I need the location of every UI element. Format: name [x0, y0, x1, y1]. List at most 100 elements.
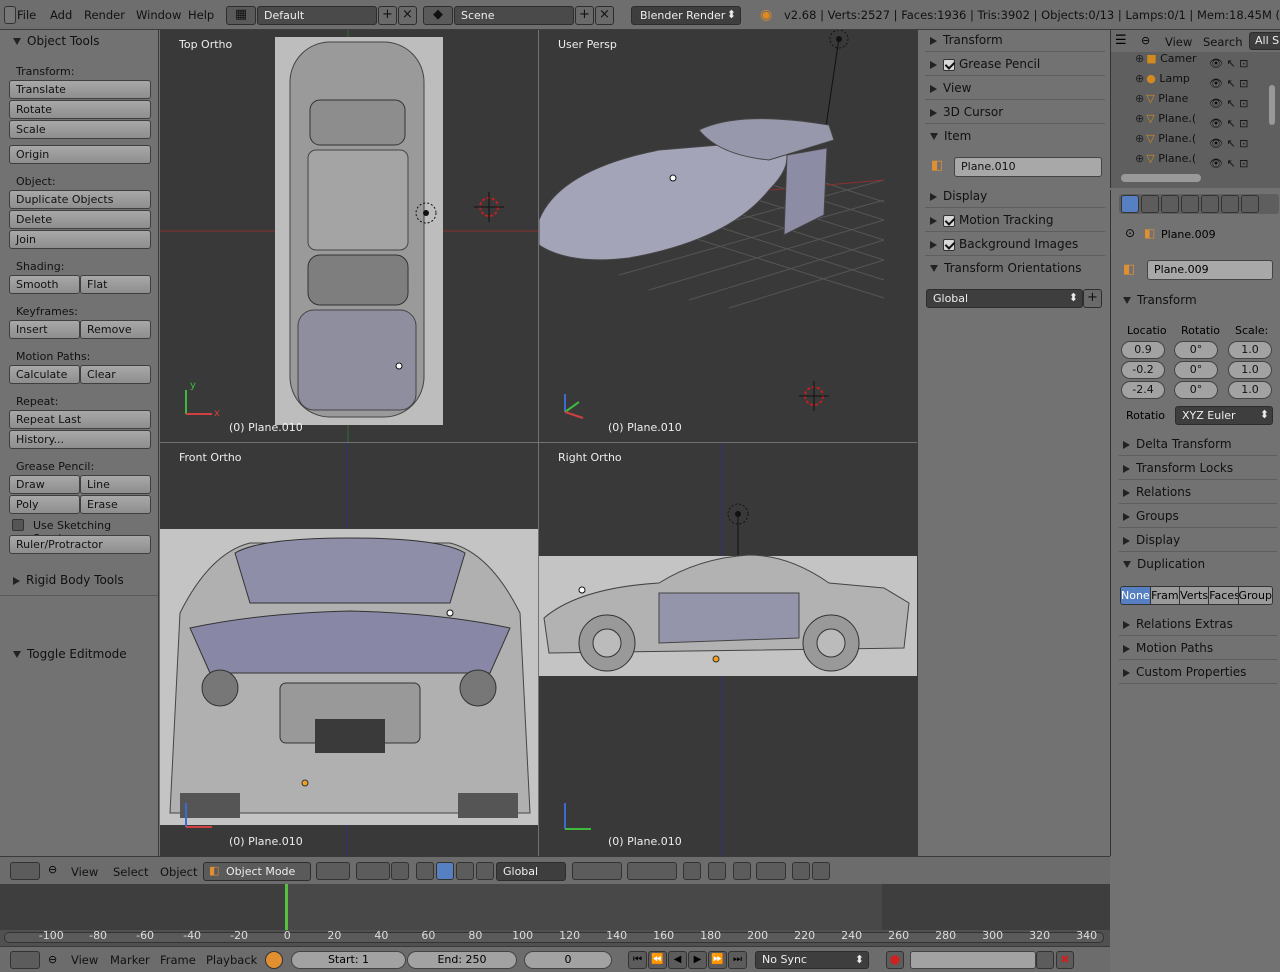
props-relations[interactable]: Relations [1119, 482, 1277, 504]
insert-keyframe-button[interactable]: Insert [9, 320, 80, 339]
remove-keyframe-button[interactable]: Remove [80, 320, 151, 339]
menu-window[interactable]: Window [136, 8, 181, 22]
outliner-hscrollbar[interactable] [1121, 174, 1201, 182]
object-data-icon[interactable]: ◧ [1123, 262, 1135, 277]
menu-add[interactable]: Add [50, 8, 72, 22]
sketching-checkbox[interactable] [12, 519, 24, 531]
scene-field[interactable]: Scene [454, 6, 574, 25]
object-name-field[interactable]: Plane.009 [1147, 260, 1273, 280]
transform-orientation-select[interactable]: Global [496, 862, 566, 881]
outliner-row-plane-1[interactable]: ⊕ ▽ Plane.( [1135, 112, 1196, 132]
npanel-background-images[interactable]: Background Images [925, 234, 1105, 256]
dup-none-button[interactable]: None [1121, 587, 1151, 604]
outliner-vscrollbar[interactable] [1269, 85, 1275, 125]
outliner-editor-icon[interactable]: ☰ [1115, 33, 1127, 48]
calculate-button[interactable]: Calculate [9, 365, 80, 384]
repeat-last-button[interactable]: Repeat Last [9, 410, 151, 429]
rotation-mode-select[interactable]: XYZ Euler ⬍ [1175, 406, 1273, 425]
motion-tracking-checkbox[interactable] [943, 214, 955, 227]
npanel-display[interactable]: Display [925, 186, 1105, 208]
pivot-point-icon[interactable] [356, 862, 390, 880]
select-menu[interactable]: Select [113, 865, 148, 879]
props-custom-properties[interactable]: Custom Properties [1119, 662, 1277, 684]
background-images-checkbox[interactable] [943, 238, 955, 251]
ruler-button[interactable]: Ruler/Protractor [9, 535, 151, 554]
sync-select[interactable]: No Sync ⬍ [755, 951, 869, 969]
view-menu[interactable]: View [71, 865, 98, 879]
props-delta-transform[interactable]: Delta Transform [1119, 434, 1277, 456]
scene-icon[interactable]: ◆ [423, 6, 453, 25]
render-animation-icon[interactable] [812, 862, 830, 880]
outliner-row-camera[interactable]: ⊕ ■ Camer [1135, 52, 1197, 72]
keying-set-remove-icon[interactable]: ✖ [1056, 951, 1074, 969]
npanel-transform[interactable]: Transform [925, 30, 1105, 52]
add-layout-button[interactable]: + [378, 6, 397, 25]
frame-menu[interactable]: Frame [160, 953, 196, 967]
props-motion-paths[interactable]: Motion Paths [1119, 638, 1277, 660]
rotate-button[interactable]: Rotate [9, 100, 151, 119]
duplicate-objects-button[interactable]: Duplicate Objects [9, 190, 151, 209]
props-transform-locks[interactable]: Transform Locks [1119, 458, 1277, 480]
playback-menu[interactable]: Playback [206, 953, 257, 967]
data-tab-icon[interactable] [1181, 195, 1199, 213]
physics-tab-icon[interactable] [1241, 195, 1259, 213]
outliner-visibility-column[interactable]: 👁 ↖ ⊡ 👁 ↖ ⊡ 👁 ↖ ⊡ 👁 ↖ ⊡ 👁 ↖ ⊡ 👁 ↖ ⊡ [1209, 54, 1265, 170]
outliner-filter-select[interactable]: All S [1249, 32, 1280, 50]
remove-layout-button[interactable]: × [398, 6, 417, 25]
rotation-z-field[interactable]: 0° [1174, 381, 1218, 399]
layout-field[interactable]: Default [257, 6, 377, 25]
outliner-row-plane-2[interactable]: ⊕ ▽ Plane.( [1135, 132, 1196, 152]
outliner-row-lamp[interactable]: ⊕ ● Lamp [1135, 72, 1190, 92]
mode-select[interactable]: ◧ Object Mode [203, 862, 311, 881]
scale-y-field[interactable]: 1.0 [1228, 361, 1272, 379]
viewport-top-ortho[interactable]: yx Top Ortho (0) Plane.010 [160, 30, 538, 442]
rotate-manipulator-icon[interactable] [436, 862, 454, 880]
manipulator-toggle-icon[interactable] [476, 862, 494, 880]
render-icon[interactable] [792, 862, 810, 880]
lock-camera-icon[interactable] [683, 862, 701, 880]
pin-icon[interactable]: ⊙ [1125, 226, 1135, 240]
props-relations-extras[interactable]: Relations Extras [1119, 614, 1277, 636]
add-orientation-button[interactable]: + [1083, 289, 1102, 308]
snap-element-icon[interactable] [756, 862, 786, 880]
timeline[interactable]: -100 -80 -60 -40 -20 0 20 40 60 80 100 120 140 160 180… [0, 884, 1110, 946]
props-transform-header[interactable]: Transform [1119, 290, 1277, 312]
dup-faces-button[interactable]: Faces [1209, 587, 1239, 604]
toggle-editmode-header[interactable]: Toggle Editmode [13, 647, 127, 661]
props-duplication[interactable]: Duplication [1119, 554, 1277, 576]
viewport-front-ortho[interactable]: Front Ortho (0) Plane.010 [160, 443, 538, 856]
screen-layout-icon[interactable]: ▦ [226, 6, 256, 25]
modifiers-tab-icon[interactable] [1161, 195, 1179, 213]
menu-render[interactable]: Render [84, 8, 125, 22]
remove-scene-button[interactable]: × [595, 6, 614, 25]
current-frame-field[interactable]: 0 [524, 951, 612, 969]
scale-z-field[interactable]: 1.0 [1228, 381, 1272, 399]
viewport-user-persp[interactable]: User Persp (0) Plane.010 [539, 30, 917, 442]
origin-button[interactable]: Origin [9, 145, 151, 164]
line-button[interactable]: Line [80, 475, 151, 494]
object-tools-header[interactable]: Object Tools [13, 34, 99, 48]
end-frame-field[interactable]: End: 250 [407, 951, 517, 969]
proportional-edit-icon[interactable] [708, 862, 726, 880]
manipulator-icon[interactable] [391, 862, 409, 880]
texture-tab-icon[interactable] [1221, 195, 1239, 213]
scale-x-field[interactable]: 1.0 [1228, 341, 1272, 359]
join-button[interactable]: Join [9, 230, 151, 249]
editor-type-icon[interactable] [10, 862, 40, 880]
scale-manipulator-icon[interactable] [456, 862, 474, 880]
object-menu[interactable]: Object [160, 865, 197, 879]
current-frame-indicator[interactable] [285, 884, 288, 930]
scale-button[interactable]: Scale [9, 120, 151, 139]
location-x-field[interactable]: 0.9 [1121, 341, 1165, 359]
dup-group-button[interactable]: Group [1238, 587, 1272, 604]
jump-key-forward-icon[interactable]: ⏩ [708, 951, 727, 969]
outliner-collapse-icon[interactable]: ⊖ [1141, 34, 1150, 47]
jump-end-icon[interactable]: ⏭ [728, 951, 747, 969]
item-name-field[interactable]: Plane.010 [954, 157, 1102, 177]
object-tab-icon[interactable] [1121, 195, 1139, 213]
viewport-shading-icon[interactable] [316, 862, 350, 880]
npanel-3d-cursor[interactable]: 3D Cursor [925, 102, 1105, 124]
editor-type-icon[interactable] [4, 6, 16, 24]
keying-set-edit-icon[interactable] [1036, 951, 1054, 969]
editor-type-icon[interactable] [10, 951, 40, 969]
